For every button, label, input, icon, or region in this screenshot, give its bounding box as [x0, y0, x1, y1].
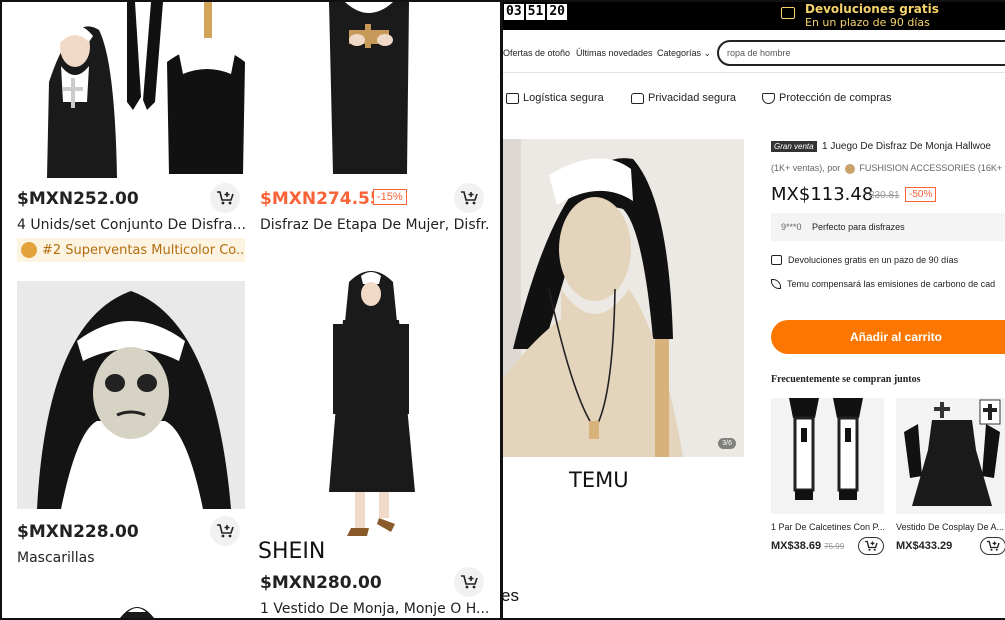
add-to-cart-button-4[interactable]: [454, 567, 484, 597]
promo-topbar: 03 51 20 Devoluciones gratis En un plazo…: [503, 2, 1005, 30]
bundle-add-cart-button-1[interactable]: [858, 537, 884, 555]
nav-categories[interactable]: Categorías ⌄: [657, 48, 711, 59]
review-text: Perfecto para disfrazes: [812, 222, 905, 232]
nav-categories-label: Categorías: [657, 48, 702, 58]
product-price-2: $MXN274.55: [260, 189, 382, 209]
assurance-logistics-label: Logística segura: [523, 92, 604, 104]
assurance-purchase[interactable]: Protección de compras: [762, 92, 892, 104]
cart-plus-icon: [217, 191, 234, 205]
temu-panel: 03 51 20 Devoluciones gratis En un plazo…: [503, 2, 1005, 618]
bundle-add-cart-button-2[interactable]: [980, 537, 1005, 555]
product-title-1[interactable]: 4 Unids/set Conjunto De Disfra...: [17, 217, 245, 233]
nav-fall-deals[interactable]: Ofertas de otoño: [503, 48, 570, 58]
nav-bar: Ofertas de otoño Últimas novedades Categ…: [503, 31, 1005, 73]
shein-panel: $MXN252.00 4 Unids/set Conjunto De Disfr…: [2, 2, 500, 618]
original-price: 230.81: [869, 190, 900, 201]
image-counter: 3/6: [718, 438, 736, 449]
sales-and-store: (1K+ ventas), por FUSHISION ACCESSORIES …: [771, 163, 1005, 174]
info-carbon: Temu compensará las emisiones de carbono…: [771, 279, 995, 289]
bundle-item-image-1[interactable]: [771, 398, 884, 514]
product-image-4[interactable]: [257, 262, 485, 542]
info-carbon-text: Temu compensará las emisiones de carbono…: [787, 279, 996, 289]
add-to-cart-button-2[interactable]: [454, 183, 484, 213]
product-title-2[interactable]: Disfraz De Etapa De Mujer, Disfr...: [260, 217, 488, 233]
chevron-down-icon: ⌄: [703, 48, 712, 58]
bundle-item-price-2: MX$433.29: [896, 540, 953, 552]
product-title-4[interactable]: 1 Vestido De Monja, Monje O H...: [260, 601, 488, 617]
store-icon: [844, 163, 855, 174]
product-card-4[interactable]: SHEIN $MXN280.00 1 Vestido De Monja, Mon…: [257, 262, 497, 618]
timer-minutes: 51: [525, 4, 546, 20]
bundle-item-price-1: MX$38.69 75.99: [771, 540, 844, 552]
countdown-timer: 03 51 20: [504, 4, 567, 20]
free-returns-subtitle: En un plazo de 90 días: [805, 16, 930, 29]
product-image-1[interactable]: [17, 2, 247, 178]
cart-plus-icon: [217, 524, 234, 538]
bundle-item-title-1[interactable]: 1 Par De Calcetines Con P...: [771, 522, 889, 532]
assurance-privacy[interactable]: Privacidad segura: [631, 92, 736, 104]
nav-new-arrivals[interactable]: Últimas novedades: [576, 48, 653, 58]
bundle-item-oldprice-1: 75.99: [824, 542, 845, 551]
cart-plus-icon: [461, 575, 478, 589]
main-product-image[interactable]: 3/6: [503, 139, 744, 457]
cosplay-dress-image: [896, 398, 1005, 514]
cart-plus-icon: [987, 540, 1000, 551]
product-image-2[interactable]: [257, 2, 485, 178]
return-box-icon: [771, 255, 782, 265]
search-input[interactable]: ropa de hombre: [717, 40, 1005, 66]
lock-icon: [631, 92, 644, 104]
review-snippet[interactable]: 9***0 Perfecto para disfrazes: [771, 213, 1005, 241]
store-name[interactable]: FUSHISION ACCESSORIES (16K+ ven: [859, 163, 1005, 173]
stockings-image: [771, 398, 884, 514]
shein-label: SHEIN: [258, 539, 326, 564]
cart-plus-icon: [865, 540, 878, 551]
discount-badge: -50%: [905, 187, 937, 202]
product-card-2[interactable]: $MXN274.55 -15% Disfraz De Etapa De Muje…: [257, 2, 497, 242]
add-to-cart-button[interactable]: Añadir al carrito: [771, 320, 1005, 354]
mannequin-nun-veil-image: [503, 139, 744, 457]
bundle-item-price-1-value: MX$38.69: [771, 540, 822, 552]
product-price-3: $MXN228.00: [17, 522, 139, 542]
medal-icon: [21, 242, 37, 258]
product-card-3[interactable]: $MXN228.00 Mascarillas: [2, 277, 247, 577]
timer-hours: 03: [504, 4, 524, 20]
add-to-cart-button-3[interactable]: [210, 516, 240, 546]
comparison-frame: $MXN252.00 4 Unids/set Conjunto De Disfr…: [0, 0, 1005, 620]
product-price-4: $MXN280.00: [260, 573, 382, 593]
assurance-purchase-label: Protección de compras: [779, 92, 892, 104]
product-price-1: $MXN252.00: [17, 189, 139, 209]
timer-seconds: 20: [547, 4, 567, 20]
hot-sale-tag: Gran venta: [771, 141, 817, 152]
cart-plus-icon: [461, 191, 478, 205]
temu-label: TEMU: [569, 468, 629, 492]
discount-tag-2: -15%: [373, 189, 407, 205]
bestseller-badge-text: #2 Superventas Multicolor Co...: [42, 242, 245, 258]
return-box-icon: [781, 7, 795, 19]
assurance-logistics[interactable]: Logística segura: [506, 92, 604, 104]
frequently-bought-heading: Frecuentemente se compran juntos: [771, 374, 921, 385]
product-image-3[interactable]: [17, 281, 245, 509]
partial-text: es: [503, 586, 519, 605]
free-returns-title: Devoluciones gratis: [805, 2, 939, 16]
bestseller-badge: #2 Superventas Multicolor Co...: [17, 238, 245, 262]
product-card-1[interactable]: $MXN252.00 4 Unids/set Conjunto De Disfr…: [2, 2, 247, 272]
truck-icon: [506, 92, 519, 104]
product-price: MX$113.48: [771, 184, 874, 205]
product-image-5-partial[interactable]: [112, 596, 162, 618]
shield-heart-icon: [762, 92, 775, 104]
product-title: 1 Juego De Disfraz De Monja Hallwoe: [822, 141, 991, 152]
add-to-cart-button-1[interactable]: [210, 183, 240, 213]
bundle-item-image-2[interactable]: [896, 398, 1005, 514]
info-free-returns-text: Devoluciones gratis en un pazo de 90 día…: [788, 255, 959, 265]
bundle-item-title-2[interactable]: Vestido De Cosplay De A...: [896, 522, 1005, 532]
leaf-icon: [771, 279, 781, 289]
review-user: 9***0: [781, 222, 802, 232]
sales-count: (1K+ ventas), por: [771, 163, 841, 173]
free-returns-banner[interactable]: Devoluciones gratis En un plazo de 90 dí…: [805, 2, 939, 30]
product-title-3[interactable]: Mascarillas: [17, 550, 245, 566]
assurance-privacy-label: Privacidad segura: [648, 92, 737, 104]
info-free-returns: Devoluciones gratis en un pazo de 90 día…: [771, 255, 958, 265]
